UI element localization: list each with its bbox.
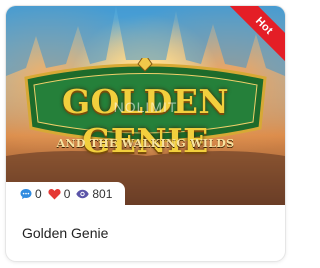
likes-count: 0 [63,187,71,201]
heart-icon [48,188,61,200]
views-count: 801 [92,187,113,201]
eye-icon [76,189,90,199]
logo-subtitle: AND THE WALKING WILDS [56,137,235,150]
stats-bar: 0 0 801 [6,182,126,206]
game-card[interactable]: GOLDEN GENIE NOLIMIT AND THE WALKING WIL… [6,6,285,261]
game-title[interactable]: Golden Genie [22,225,108,241]
comment-icon [20,188,32,200]
comments-count: 0 [35,187,42,201]
provider-watermark: NOLIMIT [113,99,178,115]
game-thumbnail[interactable]: GOLDEN GENIE NOLIMIT AND THE WALKING WIL… [6,6,285,205]
